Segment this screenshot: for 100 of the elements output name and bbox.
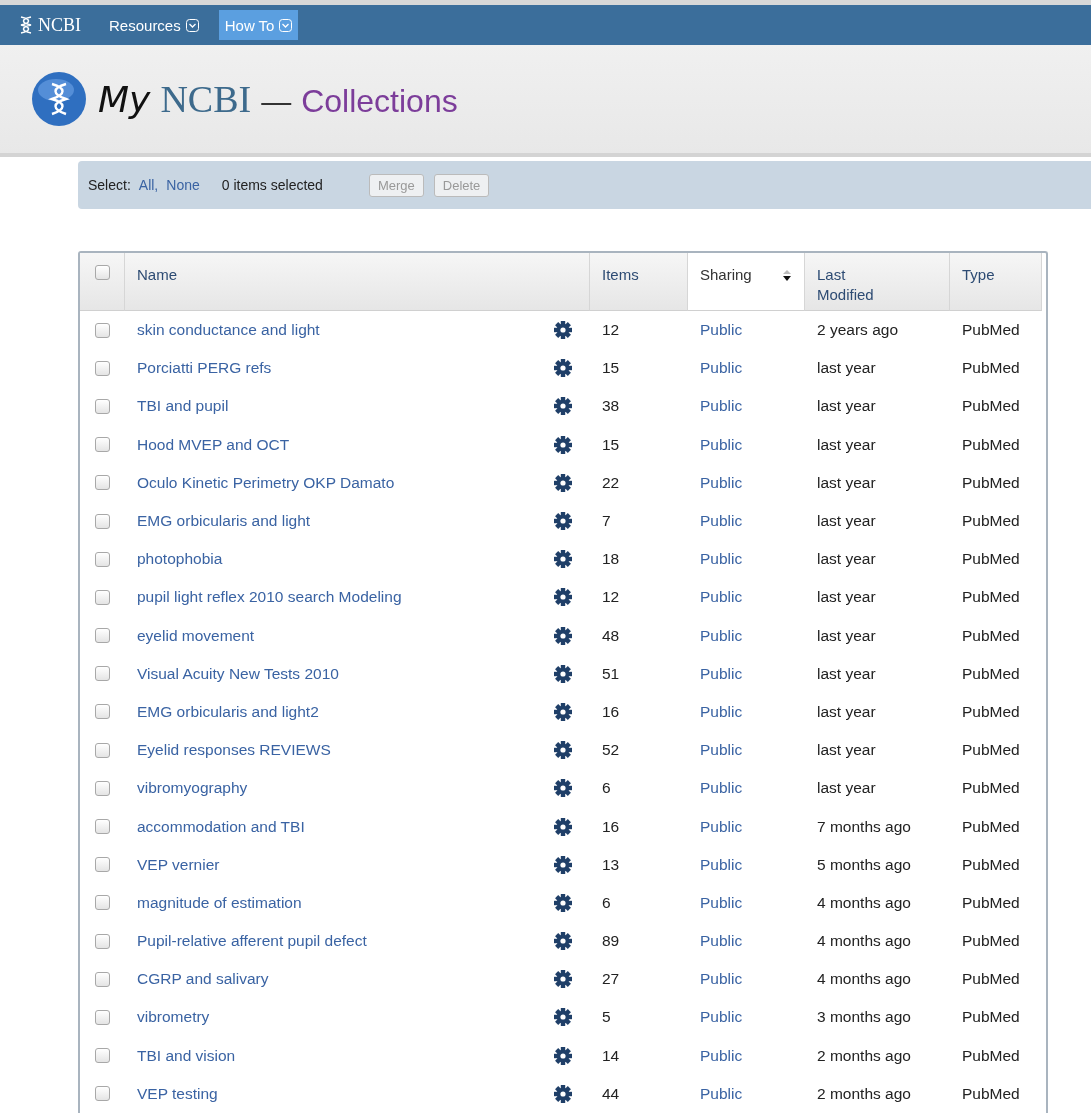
sharing-link[interactable]: Public xyxy=(700,893,743,912)
row-checkbox[interactable] xyxy=(95,819,110,835)
sharing-link[interactable]: Public xyxy=(700,512,743,531)
collection-link[interactable]: CGRP and salivary xyxy=(137,970,269,989)
row-checkbox[interactable] xyxy=(95,551,110,567)
collection-link[interactable]: pupil light reflex 2010 search Modeling xyxy=(137,588,402,607)
items-count: 14 xyxy=(602,1046,620,1065)
gear-icon[interactable] xyxy=(554,626,572,645)
sharing-link[interactable]: Public xyxy=(700,741,743,760)
collection-link[interactable]: TBI and vision xyxy=(137,1046,236,1065)
gear-icon[interactable] xyxy=(554,1084,572,1103)
row-checkbox[interactable] xyxy=(95,704,110,720)
collection-link[interactable]: skin conductance and light xyxy=(137,321,320,340)
select-link[interactable]: None xyxy=(166,177,200,193)
sharing-link[interactable]: Public xyxy=(700,817,743,836)
sharing-link[interactable]: Public xyxy=(700,970,743,989)
gear-icon[interactable] xyxy=(554,359,572,378)
row-checkbox[interactable] xyxy=(95,1009,110,1025)
gear-icon[interactable] xyxy=(554,817,572,836)
column-header[interactable]: Sharing xyxy=(688,253,805,311)
gear-icon[interactable] xyxy=(554,397,572,416)
collection-link[interactable]: EMG orbicularis and light xyxy=(137,512,311,531)
sharing-link[interactable]: Public xyxy=(700,626,743,645)
gear-icon[interactable] xyxy=(554,664,572,683)
sharing-link[interactable]: Public xyxy=(700,779,743,798)
collection-link[interactable]: eyelid movement xyxy=(137,626,255,645)
gear-icon[interactable] xyxy=(554,779,572,798)
sharing-link[interactable]: Public xyxy=(700,473,743,492)
sharing-link[interactable]: Public xyxy=(700,359,743,378)
items-count: 15 xyxy=(602,435,620,454)
gear-icon[interactable] xyxy=(554,588,572,607)
gear-icon[interactable] xyxy=(554,512,572,531)
nav-menu[interactable]: Resources xyxy=(103,10,205,40)
sharing-link[interactable]: Public xyxy=(700,397,743,416)
row-checkbox[interactable] xyxy=(95,742,110,758)
column-header[interactable]: Type xyxy=(950,253,1042,311)
row-checkbox[interactable] xyxy=(95,666,110,682)
collection-type: PubMed xyxy=(962,741,1020,760)
collection-link[interactable]: EMG orbicularis and light2 xyxy=(137,702,319,721)
row-checkbox[interactable] xyxy=(95,322,110,338)
column-header[interactable]: Items xyxy=(590,253,688,311)
row-checkbox[interactable] xyxy=(95,589,110,605)
collection-link[interactable]: TBI and pupil xyxy=(137,397,229,416)
row-checkbox[interactable] xyxy=(95,1086,110,1102)
gear-icon[interactable] xyxy=(554,1008,572,1027)
row-checkbox[interactable] xyxy=(95,780,110,796)
sharing-link[interactable]: Public xyxy=(700,1046,743,1065)
collection-link[interactable]: Visual Acuity New Tests 2010 xyxy=(137,664,339,683)
collection-link[interactable]: magnitude of estimation xyxy=(137,893,302,912)
gear-icon[interactable] xyxy=(554,473,572,492)
column-header[interactable]: Name xyxy=(125,253,590,311)
gear-icon[interactable] xyxy=(554,893,572,912)
row-checkbox[interactable] xyxy=(95,895,110,911)
gear-icon[interactable] xyxy=(554,550,572,569)
items-count: 16 xyxy=(602,817,620,836)
gear-icon[interactable] xyxy=(554,970,572,989)
sharing-link[interactable]: Public xyxy=(700,435,743,454)
gear-icon[interactable] xyxy=(554,1046,572,1065)
collection-link[interactable]: Porciatti PERG refs xyxy=(137,359,272,378)
collection-link[interactable]: Oculo Kinetic Perimetry OKP Damato xyxy=(137,473,395,492)
row-checkbox[interactable] xyxy=(95,475,110,491)
row-checkbox[interactable] xyxy=(95,857,110,873)
gear-icon[interactable] xyxy=(554,435,572,454)
row-checkbox[interactable] xyxy=(95,360,110,376)
page-title-my: My xyxy=(98,79,151,120)
last-modified: 4 months ago xyxy=(817,893,911,912)
row-checkbox[interactable] xyxy=(95,933,110,949)
row-checkbox[interactable] xyxy=(95,513,110,529)
collection-link[interactable]: Pupil-relative afferent pupil defect xyxy=(137,932,367,951)
sharing-link[interactable]: Public xyxy=(700,932,743,951)
collection-link[interactable]: Hood MVEP and OCT xyxy=(137,435,290,454)
column-header[interactable]: Last Modified xyxy=(805,253,950,311)
collection-link[interactable]: photophobia xyxy=(137,550,223,569)
row-checkbox[interactable] xyxy=(95,398,110,414)
gear-icon[interactable] xyxy=(554,702,572,721)
row-checkbox[interactable] xyxy=(95,437,110,453)
sharing-link[interactable]: Public xyxy=(700,664,743,683)
gear-icon[interactable] xyxy=(554,741,572,760)
sharing-link[interactable]: Public xyxy=(700,550,743,569)
select-link[interactable]: All, xyxy=(138,177,159,193)
row-checkbox[interactable] xyxy=(95,628,110,644)
select-label: Select: xyxy=(88,177,131,193)
sharing-link[interactable]: Public xyxy=(700,1008,743,1027)
gear-icon[interactable] xyxy=(554,855,572,874)
sharing-link[interactable]: Public xyxy=(700,321,743,340)
collection-link[interactable]: VEP vernier xyxy=(137,855,220,874)
sharing-link[interactable]: Public xyxy=(700,702,743,721)
row-checkbox[interactable] xyxy=(95,1048,110,1064)
collection-link[interactable]: accommodation and TBI xyxy=(137,817,305,836)
gear-icon[interactable] xyxy=(554,932,572,951)
sharing-link[interactable]: Public xyxy=(700,588,743,607)
collection-link[interactable]: vibromyography xyxy=(137,779,248,798)
collection-link[interactable]: vibrometry xyxy=(137,1008,210,1027)
row-checkbox[interactable] xyxy=(95,971,110,987)
sharing-link[interactable]: Public xyxy=(700,1084,743,1103)
select-all-checkbox[interactable] xyxy=(94,265,110,280)
collection-link[interactable]: VEP testing xyxy=(137,1084,218,1103)
sharing-link[interactable]: Public xyxy=(700,855,743,874)
collection-link[interactable]: Eyelid responses REVIEWS xyxy=(137,741,331,760)
gear-icon[interactable] xyxy=(554,321,572,340)
